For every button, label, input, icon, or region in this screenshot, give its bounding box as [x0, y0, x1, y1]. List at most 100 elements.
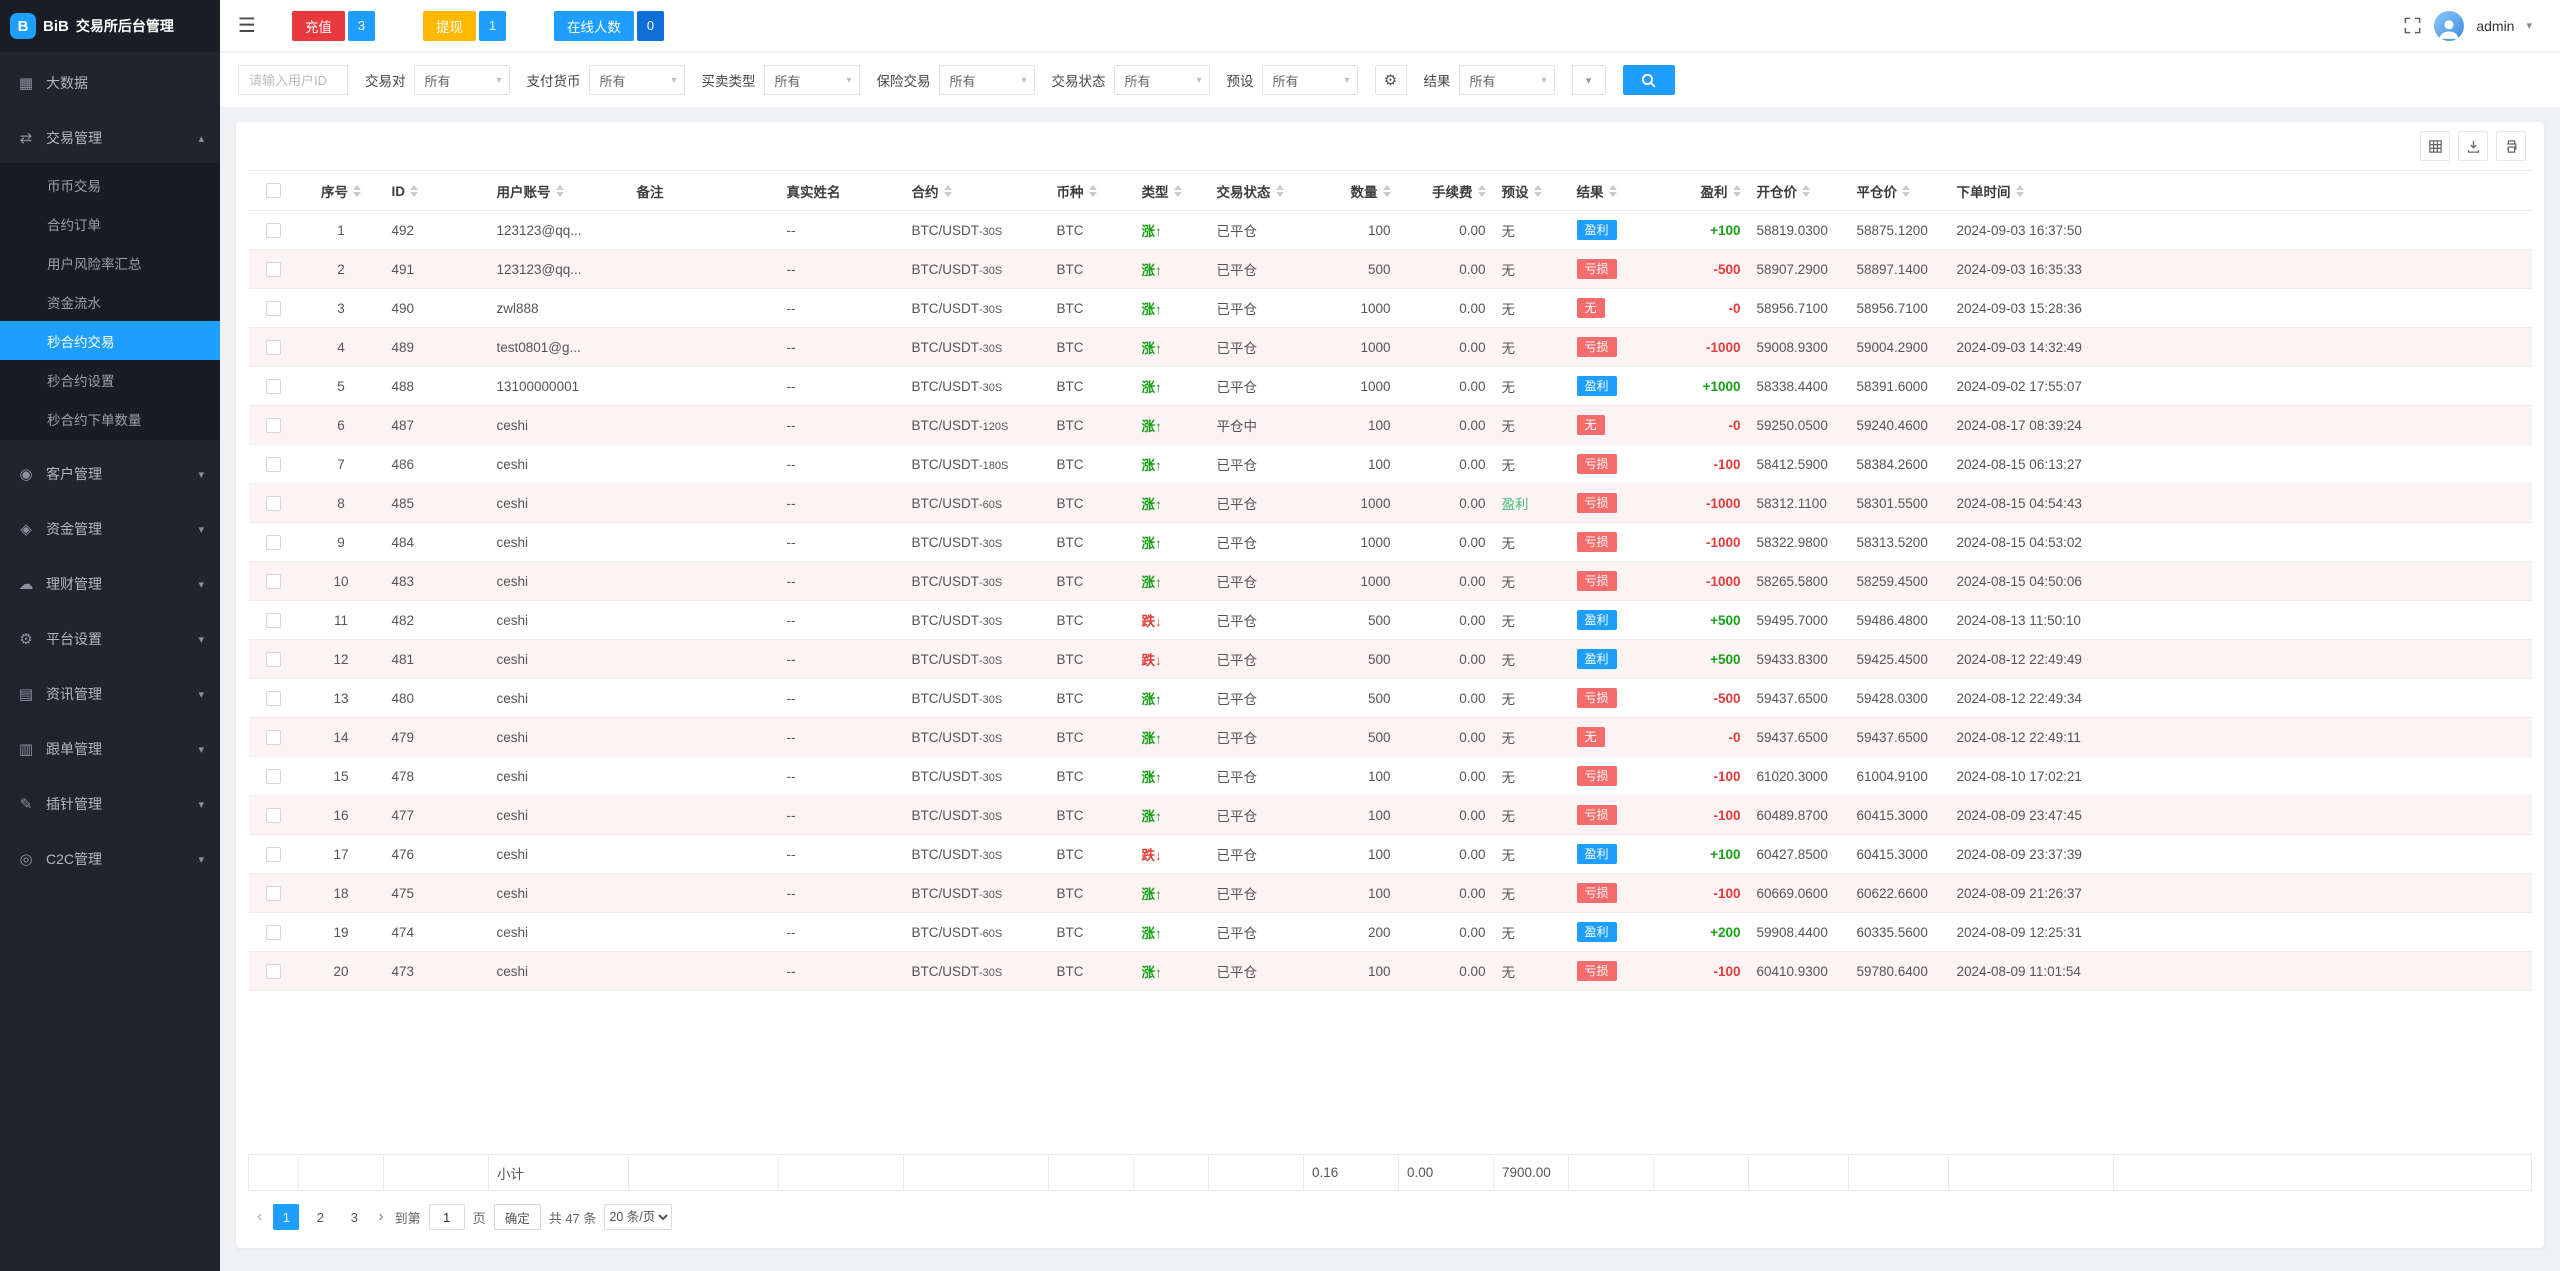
subtotal-result	[1568, 1154, 1654, 1191]
cell-close: 60335.5600	[1848, 912, 1949, 952]
sidebar-item-platform-settings[interactable]: ⚙ 平台设置 ▾	[0, 618, 220, 660]
header-withdraw-button[interactable]: 提现 1	[422, 10, 506, 41]
sidebar-item-news-management[interactable]: ▤ 资讯管理 ▾	[0, 673, 220, 715]
sidebar-subitem[interactable]: 秒合约交易	[0, 321, 220, 360]
sidebar-item-big-data[interactable]: ▦ 大数据	[0, 62, 220, 104]
cell-seq: 16	[298, 795, 384, 835]
sort-control[interactable]	[1382, 184, 1391, 197]
sidebar-item-wealth-management[interactable]: ☁ 理财管理 ▾	[0, 563, 220, 605]
filter-trade-pair-select[interactable]: 所有 ▾	[413, 65, 510, 95]
confirm-button[interactable]: 确定	[493, 1204, 541, 1230]
row-checkbox[interactable]	[266, 846, 281, 862]
row-checkbox[interactable]	[266, 612, 281, 628]
export-download-icon[interactable]	[2458, 131, 2488, 161]
chevron-down-icon[interactable]: ▾	[2526, 19, 2532, 32]
sort-control[interactable]	[1275, 184, 1284, 197]
sidebar-item-copy-trade-management[interactable]: ▥ 跟单管理 ▾	[0, 728, 220, 770]
sort-control[interactable]	[1533, 184, 1542, 197]
row-checkbox[interactable]	[266, 885, 281, 901]
avatar[interactable]	[2434, 10, 2465, 41]
row-checkbox[interactable]	[266, 963, 281, 979]
select-all-checkbox[interactable]	[266, 183, 281, 199]
sort-control[interactable]	[1608, 184, 1617, 197]
hamburger-icon[interactable]: ☰	[220, 13, 274, 38]
row-checkbox[interactable]	[266, 924, 281, 940]
cell-contract: BTC/USDT-30S	[903, 717, 1049, 757]
row-checkbox[interactable]	[266, 690, 281, 706]
sort-control[interactable]	[1173, 184, 1182, 197]
sidebar-subitem[interactable]: 秒合约设置	[0, 360, 220, 399]
row-checkbox[interactable]	[266, 651, 281, 667]
filter-pay-currency-select[interactable]: 所有 ▾	[588, 65, 685, 95]
user-id-input[interactable]	[238, 65, 348, 95]
row-checkbox[interactable]	[266, 534, 281, 550]
row-checkbox[interactable]	[266, 729, 281, 745]
row-checkbox[interactable]	[266, 495, 281, 511]
table-row: 5 488 13100000001 -- BTC/USDT-30S BTC 涨↑ 已平仓 100…	[248, 366, 2532, 406]
cell-status: 已平仓	[1208, 522, 1304, 562]
sort-control[interactable]	[555, 184, 564, 197]
prev-page-icon[interactable]: ‹	[254, 1208, 265, 1226]
fullscreen-icon[interactable]	[2403, 16, 2422, 35]
col-header-close: 平仓价	[1848, 170, 1949, 211]
sort-control[interactable]	[1732, 184, 1741, 197]
filter-result-select[interactable]: 所有 ▾	[1458, 65, 1555, 95]
sort-control[interactable]	[1902, 184, 1910, 197]
row-checkbox[interactable]	[266, 300, 281, 316]
filter-buy-sell-type-select[interactable]: 所有 ▾	[763, 65, 860, 95]
row-checkbox[interactable]	[266, 261, 281, 277]
sidebar-item-c2c-management[interactable]: ◎ C2C管理 ▾	[0, 838, 220, 880]
row-checkbox[interactable]	[266, 222, 281, 238]
sidebar-item-customer-management[interactable]: ◉ 客户管理 ▾	[0, 453, 220, 495]
sidebar-item-trade-management[interactable]: ⇄ 交易管理 ▴	[0, 117, 220, 159]
sort-control[interactable]	[943, 184, 952, 197]
sidebar-subitem[interactable]: 秒合约下单数量	[0, 399, 220, 438]
cell-account: ceshi	[488, 873, 629, 913]
row-checkbox[interactable]	[266, 456, 281, 472]
sidebar-item-pin-management[interactable]: ✎ 插针管理 ▾	[0, 783, 220, 825]
page-button-3[interactable]: 3	[341, 1204, 367, 1230]
header-recharge-button[interactable]: 充值 3	[291, 10, 375, 41]
filter-trade-status-select[interactable]: 所有 ▾	[1113, 65, 1210, 95]
page-button-1[interactable]: 1	[273, 1204, 300, 1230]
cell-qty: 100	[1303, 873, 1399, 913]
cell-seq: 1	[298, 210, 384, 250]
page-button-2[interactable]: 2	[307, 1204, 333, 1230]
sort-control[interactable]	[2015, 184, 2024, 197]
sidebar-subitem[interactable]: 资金流水	[0, 282, 220, 321]
cell-close: 58391.6000	[1848, 366, 1949, 406]
row-checkbox[interactable]	[266, 573, 281, 589]
filter-preset-select[interactable]: 所有 ▾	[1261, 65, 1358, 95]
filter-settings-gear-icon[interactable]: ⚙	[1374, 65, 1407, 95]
sidebar-subitem[interactable]: 用户风险率汇总	[0, 243, 220, 282]
row-checkbox[interactable]	[266, 417, 281, 433]
cell-coin: BTC	[1048, 249, 1134, 289]
user-name[interactable]: admin	[2476, 18, 2514, 34]
sidebar-item-funds-management[interactable]: ◈ 资金管理 ▾	[0, 508, 220, 550]
columns-grid-icon[interactable]	[2420, 131, 2450, 161]
sidebar-subitem[interactable]: 合约订单	[0, 204, 220, 243]
next-page-icon[interactable]: ›	[375, 1208, 386, 1226]
cell-note	[628, 639, 779, 679]
profit-value: -0	[1728, 417, 1741, 433]
cell-note	[628, 873, 779, 913]
print-icon[interactable]	[2496, 131, 2526, 161]
sidebar-subitem[interactable]: 币币交易	[0, 165, 220, 204]
filter-insurance-trade-select[interactable]: 所有 ▾	[938, 65, 1035, 95]
header-online-users-button[interactable]: 在线人数 0	[553, 10, 664, 41]
row-checkbox[interactable]	[266, 807, 281, 823]
filter-more-dropdown-button[interactable]: ▾	[1571, 65, 1606, 95]
sort-control[interactable]	[410, 184, 418, 197]
sort-control[interactable]	[1088, 184, 1097, 197]
search-button[interactable]	[1622, 65, 1675, 95]
cell-open: 59437.6500	[1748, 678, 1849, 718]
per-page-select[interactable]: 20 条/页	[604, 1204, 673, 1230]
page-jump-input[interactable]	[428, 1204, 465, 1230]
type-up-label: 涨↑	[1141, 926, 1162, 941]
row-checkbox[interactable]	[266, 378, 281, 394]
sort-control[interactable]	[1802, 184, 1810, 197]
row-checkbox[interactable]	[266, 768, 281, 784]
sort-control[interactable]	[1477, 184, 1486, 197]
sort-control[interactable]	[353, 184, 361, 197]
row-checkbox[interactable]	[266, 339, 281, 355]
